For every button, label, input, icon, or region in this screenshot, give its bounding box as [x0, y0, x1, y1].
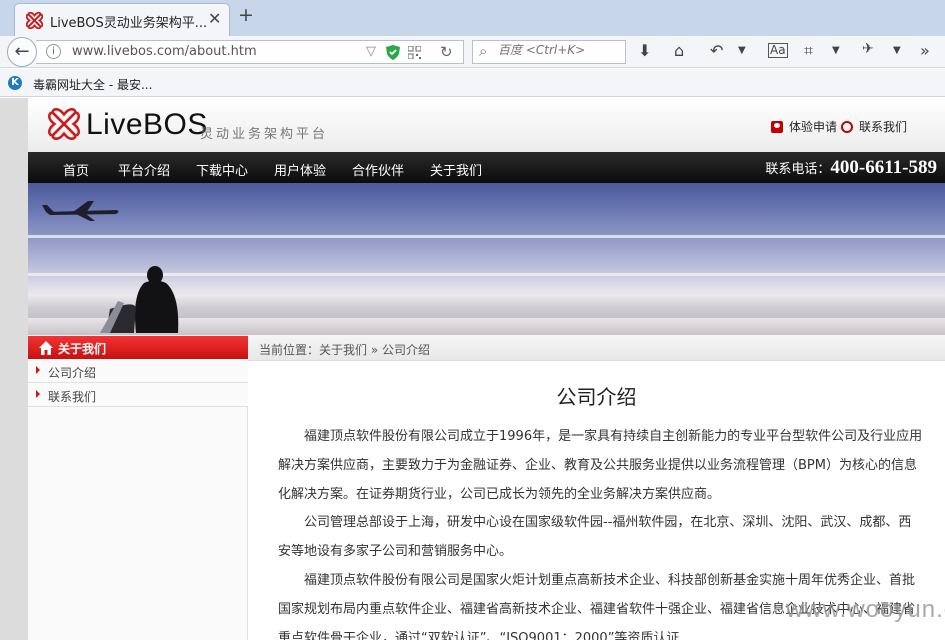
logo-text[interactable]: LiveBOS	[86, 108, 208, 142]
menu-item-partners[interactable]: 合作伙伴	[352, 160, 404, 179]
sidebar-title: 关于我们	[58, 342, 107, 356]
shield-icon[interactable]	[386, 45, 400, 60]
traveler-silhouette-icon	[100, 266, 179, 333]
url-text[interactable]: www.livebos.com/about.htm	[72, 44, 257, 59]
banner-image	[28, 183, 945, 335]
extension-icon[interactable]: ✈	[862, 41, 874, 57]
airplane-icon	[42, 201, 119, 221]
menu-item-about[interactable]: 关于我们	[430, 160, 482, 179]
main-menu: 首页 平台介绍 下载中心 用户体验 合作伙伴 关于我们 联系电话：400-661…	[28, 152, 945, 183]
sidebar-item-label[interactable]: 公司介绍	[48, 364, 96, 381]
search-bar[interactable]: ⌕	[472, 40, 626, 64]
article-paragraph: 福建顶点软件股份有限公司成立于1996年，是一家具有持续自主创新能力的专业平台型…	[278, 429, 923, 502]
page-gutter	[0, 98, 28, 640]
bookmarks-bar: K 毒霸网址大全 - 最安...	[0, 69, 945, 97]
hotline-label: 联系电话：	[765, 162, 831, 177]
watermark: www.wooyun.org	[786, 596, 945, 623]
search-icon: ⌕	[479, 42, 488, 60]
arrow-right-icon	[36, 366, 40, 374]
hotline: 联系电话：400-6611-589	[765, 157, 937, 179]
menu-item-home[interactable]: 首页	[63, 160, 89, 179]
site-header: LiveBOS 灵动业务架构平台 体验申请 联系我们	[28, 98, 945, 152]
overflow-menu-icon[interactable]: »	[920, 41, 930, 60]
download-icon[interactable]: ⬇	[638, 41, 651, 60]
new-tab-button[interactable]: +	[238, 4, 254, 26]
tab-strip: LiveBOS灵动业务架构平... ✕ +	[0, 0, 945, 36]
tab-close-icon[interactable]: ✕	[208, 9, 221, 28]
reload-icon[interactable]: ↻	[440, 43, 453, 61]
trial-apply-link[interactable]: 体验申请	[789, 118, 837, 135]
banner-illustration	[42, 201, 179, 333]
page-title: 公司介绍	[556, 385, 637, 409]
bookmark-item[interactable]: 毒霸网址大全 - 最安...	[33, 76, 152, 93]
dropdown-arrow-icon[interactable]: ▽	[366, 44, 376, 59]
breadcrumb: 当前位置：关于我们 » 公司介绍	[259, 343, 430, 357]
header-links: 体验申请 联系我们	[770, 118, 907, 135]
page-viewport: LiveBOS 灵动业务架构平台 体验申请 联系我们 首页 平台介绍 下载中心 …	[0, 98, 945, 640]
logo-tagline: 灵动业务架构平台	[200, 127, 329, 142]
browser-tab[interactable]: LiveBOS灵动业务架构平... ✕	[14, 3, 230, 36]
back-button[interactable]: ←	[7, 37, 37, 67]
bookmark-favicon-icon: K	[8, 76, 22, 90]
undo-menu-arrow-icon[interactable]: ▼	[738, 45, 746, 56]
undo-icon[interactable]: ↶	[710, 41, 723, 60]
livebos-favicon-icon	[26, 12, 43, 29]
hotline-number: 400-6611-589	[830, 157, 937, 178]
qr-code-icon[interactable]	[408, 46, 421, 59]
home-icon	[39, 341, 53, 355]
address-bar[interactable]: i www.livebos.com/about.htm ▽ ↻	[36, 40, 464, 64]
crop-icon[interactable]: ⌗	[804, 41, 813, 61]
search-input[interactable]	[498, 43, 618, 57]
back-arrow-icon: ←	[14, 41, 30, 62]
phone-icon	[840, 120, 853, 133]
menu-item-platform[interactable]: 平台介绍	[118, 160, 170, 179]
sidebar: 关于我们 公司介绍 联系我们	[28, 335, 248, 640]
breadcrumb-bar: 当前位置：关于我们 » 公司介绍	[248, 335, 945, 361]
reader-mode-icon[interactable]: Aa	[768, 43, 788, 58]
livebos-logo-icon[interactable]	[48, 108, 80, 140]
sidebar-header: 关于我们	[28, 336, 248, 360]
arrow-right-icon	[36, 390, 40, 398]
user-icon	[770, 120, 783, 133]
navigation-toolbar: i www.livebos.com/about.htm ▽ ↻ ← ⌕ ⬇ ⌂ …	[0, 36, 945, 68]
screenshot-menu-arrow-icon[interactable]: ▼	[832, 45, 840, 56]
extension-menu-arrow-icon[interactable]: ▼	[893, 45, 901, 56]
menu-item-user-experience[interactable]: 用户体验	[274, 160, 326, 179]
sidebar-item-contact[interactable]: 联系我们	[28, 383, 248, 407]
menu-item-downloads[interactable]: 下载中心	[196, 160, 248, 179]
contact-us-link[interactable]: 联系我们	[859, 118, 907, 135]
site-info-icon[interactable]: i	[46, 44, 61, 59]
tab-title: LiveBOS灵动业务架构平...	[50, 16, 208, 31]
browser-window: LiveBOS灵动业务架构平... ✕ + i www.livebos.com/…	[0, 0, 945, 640]
sidebar-item-label[interactable]: 联系我们	[48, 388, 96, 405]
home-icon[interactable]: ⌂	[674, 41, 684, 60]
sidebar-item-company-intro[interactable]: 公司介绍	[28, 359, 248, 383]
article-paragraph: 公司管理总部设于上海，研发中心设在国家级软件园--福州软件园，在北京、深圳、沈阳…	[278, 515, 912, 560]
